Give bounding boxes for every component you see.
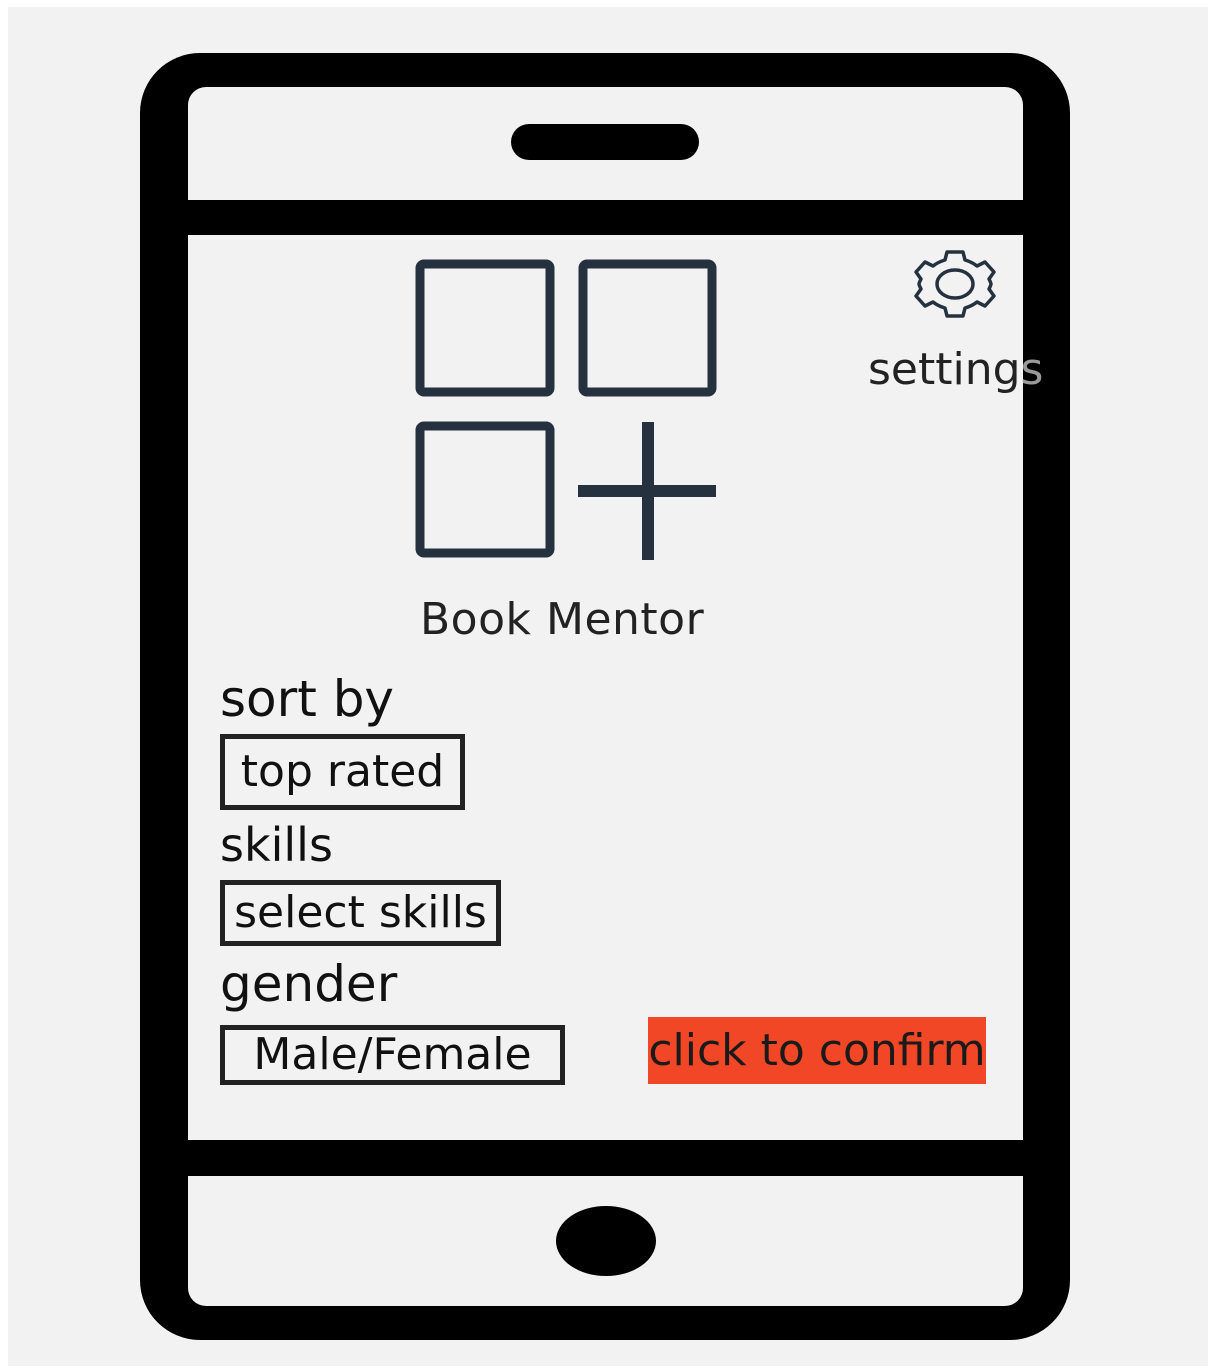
skills-select[interactable]: select skills xyxy=(220,880,501,946)
speaker-grille xyxy=(511,124,699,160)
settings-label-overflow: s xyxy=(1020,344,1044,395)
gear-icon[interactable] xyxy=(906,248,1004,324)
app-title: Book Mentor xyxy=(420,594,705,645)
settings-label-main: setting xyxy=(868,344,1021,395)
settings-label[interactable]: settings xyxy=(868,344,1043,395)
apps-add-icon[interactable] xyxy=(412,256,722,570)
sort-by-label: sort by xyxy=(220,670,395,728)
home-button[interactable] xyxy=(556,1206,656,1276)
gender-label: gender xyxy=(220,955,398,1013)
wireframe-canvas: Book Mentor settings sort by top rated s… xyxy=(0,0,1210,1369)
gender-select[interactable]: Male/Female xyxy=(220,1025,565,1085)
sort-by-select[interactable]: top rated xyxy=(220,734,465,810)
skills-label: skills xyxy=(220,818,333,872)
confirm-button[interactable]: click to confirm xyxy=(648,1017,986,1084)
